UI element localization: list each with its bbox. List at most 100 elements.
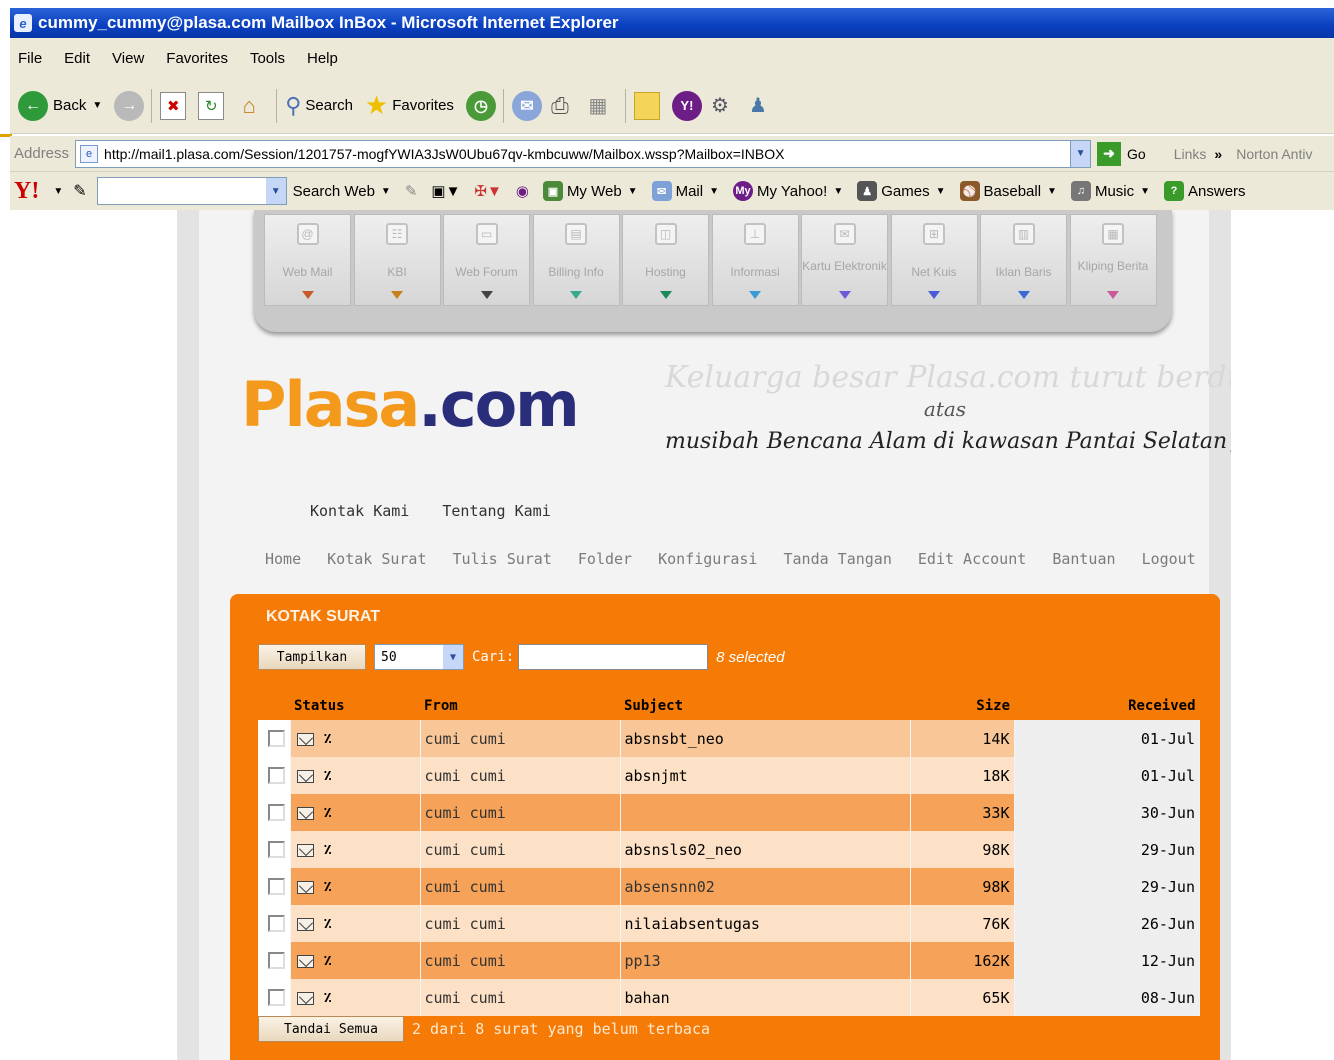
subject-cell[interactable]: nilaiabsentugas: [620, 905, 911, 942]
favorites-button[interactable]: ★ Favorites: [365, 90, 454, 121]
notes-icon[interactable]: [633, 91, 660, 120]
row-checkbox[interactable]: [268, 989, 285, 1006]
address-input[interactable]: e http://mail1.plasa.com/Session/1201757…: [75, 139, 1092, 168]
subject-column-header[interactable]: Subject: [620, 692, 910, 720]
table-row[interactable]: ٪ cumi cumi absnsls02_neo 98K 29-Jun: [258, 831, 1200, 868]
table-row[interactable]: ٪ cumi cumi absnjmt 18K 01-Jul: [258, 757, 1200, 794]
link-kontak-kami[interactable]: Kontak Kami: [310, 502, 409, 520]
from-column-header[interactable]: From: [420, 692, 620, 720]
nav-tulis-surat[interactable]: Tulis Surat: [453, 550, 552, 568]
subject-cell[interactable]: absensnn02: [620, 868, 911, 905]
yahoo-menu-dropdown-icon[interactable]: ▼: [53, 186, 63, 197]
nav-tanda-tangan[interactable]: Tanda Tangan: [784, 550, 892, 568]
menu-view[interactable]: View: [112, 50, 144, 67]
table-row[interactable]: ٪ cumi cumi absnsbt_neo 14K 01-Jul: [258, 720, 1200, 757]
menu-file[interactable]: File: [18, 50, 42, 67]
portal-nav-web-mail[interactable]: @ Web Mail: [264, 214, 351, 306]
my-yahoo-button[interactable]: My My Yahoo! ▼: [733, 181, 843, 201]
portal-nav-hosting[interactable]: ◫ Hosting: [622, 214, 709, 306]
antispy-icon[interactable]: ✠▼: [474, 182, 501, 200]
menu-favorites[interactable]: Favorites: [166, 50, 228, 67]
pencil-icon[interactable]: ✎: [73, 181, 86, 201]
nav-edit-account[interactable]: Edit Account: [918, 550, 1026, 568]
from-cell[interactable]: cumi cumi: [420, 979, 621, 1016]
received-column-header[interactable]: Received: [1014, 692, 1200, 720]
plasa-logo[interactable]: Plasa.com: [241, 368, 580, 441]
portal-nav-net-kuis[interactable]: ⊞ Net Kuis: [890, 214, 978, 306]
portal-nav-web-forum[interactable]: ▭ Web Forum: [443, 214, 530, 306]
row-checkbox[interactable]: [268, 730, 285, 747]
table-row[interactable]: ٪ cumi cumi 33K 30-Jun: [258, 794, 1200, 831]
yahoo-logo-icon[interactable]: Y!: [14, 178, 39, 205]
yahoo-messenger-icon[interactable]: Y!: [671, 90, 702, 121]
row-checkbox[interactable]: [268, 841, 285, 858]
portal-nav-informasi[interactable]: ⊥ Informasi: [711, 214, 799, 306]
chevron-right-icon[interactable]: »: [1214, 146, 1222, 162]
subject-cell[interactable]: absnjmt: [620, 757, 911, 794]
mail-icon[interactable]: ✉: [511, 90, 542, 121]
baseball-button[interactable]: ⚾ Baseball ▼: [959, 181, 1057, 201]
links-label[interactable]: Links: [1174, 146, 1207, 162]
menu-help[interactable]: Help: [307, 50, 338, 67]
yahoo-search-input[interactable]: ▼: [96, 177, 287, 205]
mail-button[interactable]: ✉ Mail ▼: [651, 181, 719, 201]
forward-arrow-icon[interactable]: →: [114, 90, 145, 121]
row-checkbox[interactable]: [268, 915, 285, 932]
nav-home[interactable]: Home: [265, 550, 301, 568]
subject-cell[interactable]: absnsbt_neo: [620, 720, 911, 757]
search-web-button[interactable]: Search Web ▼: [293, 183, 391, 200]
nav-logout[interactable]: Logout: [1142, 550, 1196, 568]
from-cell[interactable]: cumi cumi: [420, 794, 621, 831]
highlight-pen-icon[interactable]: ✎: [405, 182, 418, 200]
print-icon[interactable]: ⎙: [547, 92, 573, 120]
portal-nav-kartu-elektronik[interactable]: ✉ Kartu Elektronik: [801, 214, 888, 306]
size-column-header[interactable]: Size: [910, 692, 1014, 720]
music-button[interactable]: ♫ Music ▼: [1070, 181, 1150, 201]
search-button[interactable]: ⚲ Search: [285, 93, 353, 119]
bookmark-icon[interactable]: ▣▼: [431, 182, 460, 200]
from-cell[interactable]: cumi cumi: [420, 942, 621, 979]
messenger-icon[interactable]: ♟: [745, 92, 771, 120]
norton-toolbar-label[interactable]: Norton Antiv: [1236, 146, 1312, 162]
menu-edit[interactable]: Edit: [64, 50, 90, 67]
my-web-button[interactable]: ▣ My Web ▼: [542, 181, 638, 201]
search-dropdown-icon[interactable]: ▼: [265, 178, 286, 204]
search-input[interactable]: [518, 644, 709, 670]
games-button[interactable]: ♟ Games ▼: [857, 181, 946, 201]
mark-all-button[interactable]: Tandai Semua: [258, 1016, 404, 1042]
show-button[interactable]: Tampilkan: [258, 644, 366, 670]
nav-bantuan[interactable]: Bantuan: [1052, 550, 1115, 568]
row-checkbox[interactable]: [268, 952, 285, 969]
portal-nav-iklan-baris[interactable]: ▥ Iklan Baris: [980, 214, 1067, 306]
menu-tools[interactable]: Tools: [250, 50, 285, 67]
table-row[interactable]: ٪ cumi cumi absensnn02 98K 29-Jun: [258, 868, 1200, 905]
nav-kotak-surat[interactable]: Kotak Surat: [327, 550, 426, 568]
portal-nav-billing-info[interactable]: ▤ Billing Info: [532, 214, 620, 306]
row-checkbox[interactable]: [268, 767, 285, 784]
from-cell[interactable]: cumi cumi: [420, 720, 621, 757]
nav-folder[interactable]: Folder: [578, 550, 632, 568]
stop-icon[interactable]: ✖: [160, 91, 187, 120]
link-tentang-kami[interactable]: Tentang Kami: [442, 502, 550, 520]
back-button[interactable]: ← Back ▼: [18, 90, 102, 121]
back-dropdown-icon[interactable]: ▼: [92, 100, 102, 111]
row-checkbox[interactable]: [268, 804, 285, 821]
refresh-icon[interactable]: ↻: [198, 91, 225, 120]
launchcast-icon[interactable]: ◉: [516, 182, 529, 200]
portal-nav-kliping-berita[interactable]: ▦ Kliping Berita: [1069, 214, 1157, 306]
row-checkbox[interactable]: [268, 878, 285, 895]
table-row[interactable]: ٪ cumi cumi nilaiabsentugas 76K 26-Jun: [258, 905, 1200, 942]
answers-button[interactable]: ? Answers: [1164, 181, 1246, 201]
from-cell[interactable]: cumi cumi: [420, 905, 621, 942]
subject-cell[interactable]: bahan: [620, 979, 911, 1016]
subject-cell[interactable]: [620, 794, 911, 831]
from-cell[interactable]: cumi cumi: [420, 757, 621, 794]
nav-konfigurasi[interactable]: Konfigurasi: [658, 550, 757, 568]
from-cell[interactable]: cumi cumi: [420, 868, 621, 905]
research-icon[interactable]: ⚙: [707, 92, 733, 120]
table-row[interactable]: ٪ cumi cumi pp13 162K 12-Jun: [258, 942, 1200, 979]
home-icon[interactable]: ⌂: [236, 92, 262, 120]
history-icon[interactable]: ◷: [465, 90, 496, 121]
edit-icon[interactable]: ▦: [585, 92, 611, 120]
go-button[interactable]: ➜ Go: [1097, 141, 1146, 166]
